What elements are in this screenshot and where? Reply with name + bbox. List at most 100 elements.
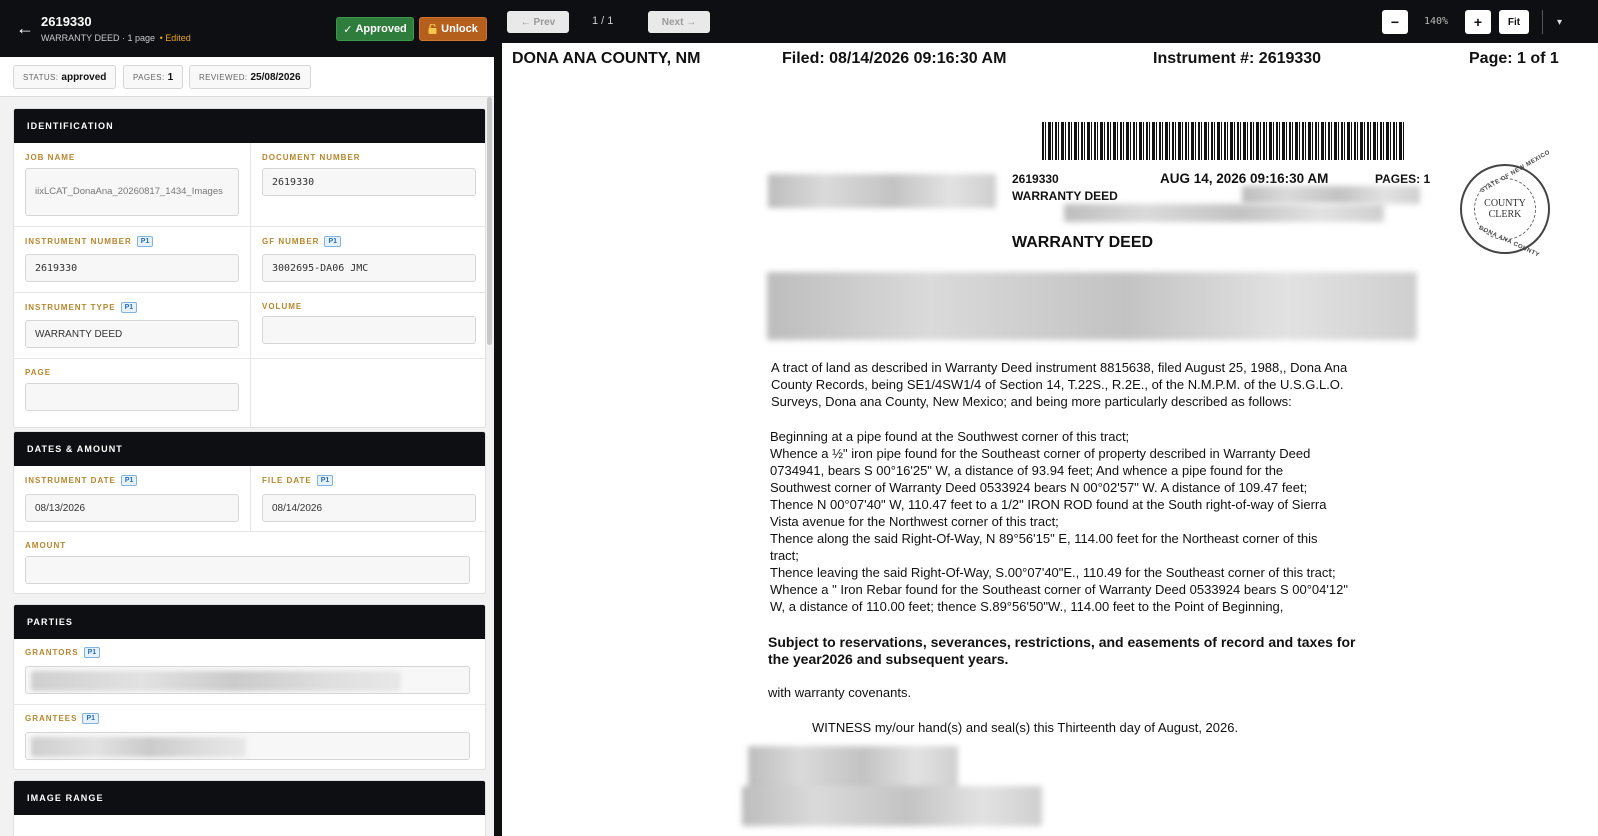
next-page-button[interactable]: Next →	[648, 11, 710, 33]
instrument-type-field[interactable]: WARRANTY DEED	[25, 320, 239, 348]
grantees-label-text: GRANTEES	[25, 714, 78, 723]
approved-button-label: Approved	[355, 23, 407, 35]
document-number-cell: DOCUMENT NUMBER 2619330	[250, 143, 485, 227]
doc-type: WARRANTY DEED	[1012, 189, 1118, 203]
pages-chip-label: PAGES:	[133, 72, 165, 82]
job-name-field[interactable]: iixLCAT_DonaAna_20260817_1434_Images	[25, 168, 239, 216]
approved-button[interactable]: ✓ Approved	[336, 17, 414, 41]
text-line: Thence N 00°07'40" W, 110.47 feet to a 1…	[770, 497, 1327, 512]
grantors-field[interactable]	[25, 666, 470, 694]
document-viewer: ← Prev 1 / 1 Next → − 140% + Fit ▾ DONA …	[502, 0, 1598, 836]
file-date-label: FILE DATE P1	[262, 475, 334, 486]
text-line: Beginning at a pipe found at the Southwe…	[770, 429, 1130, 444]
text-line: Thence leaving the said Right-Of-Way, S.…	[770, 565, 1336, 580]
unlock-button[interactable]: Unlock	[419, 17, 487, 41]
form-scrollbar[interactable]	[487, 97, 492, 345]
grantors-cell: GRANTORS P1	[14, 639, 485, 705]
redacted-block	[767, 272, 1417, 340]
image-range-heading: IMAGE RANGE	[14, 781, 485, 815]
document-number-field[interactable]: 2619330	[262, 168, 476, 196]
redacted-signature	[742, 786, 1042, 826]
more-menu-icon[interactable]: ▾	[1542, 10, 1582, 34]
gf-number-label: GF NUMBER P1	[262, 236, 342, 247]
record-header: ← 2619330 WARRANTY DEED · 1 page • Edite…	[0, 0, 494, 57]
text-line: tract;	[770, 548, 799, 563]
file-date-cell: FILE DATE P1 08/14/2026	[250, 466, 485, 532]
fit-button[interactable]: Fit	[1499, 10, 1529, 34]
redacted-grantors	[31, 671, 401, 691]
zoom-level: 140%	[1424, 16, 1449, 27]
grantors-label-text: GRANTORS	[25, 648, 79, 657]
parties-heading: PARTIES	[14, 605, 485, 639]
text-line: W, a distance of 110.00 feet; thence S.8…	[770, 599, 1284, 614]
file-date-field[interactable]: 08/14/2026	[262, 494, 476, 522]
pane-divider[interactable]	[494, 0, 502, 836]
p1-badge: P1	[120, 475, 138, 486]
doc-instrument: Instrument #: 2619330	[1153, 50, 1322, 67]
status-chips: STATUS: approved PAGES: 1 REVIEWED: 25/08/2…	[0, 57, 494, 97]
doc-number: 2619330	[1012, 172, 1059, 186]
p1-badge: P1	[316, 475, 334, 486]
redacted-block	[1064, 204, 1384, 222]
viewer-toolbar: ← Prev 1 / 1 Next → − 140% + Fit ▾	[502, 0, 1598, 43]
county-clerk-seal: STATE OF NEW MEXICO COUNTY CLERK DONA AN…	[1460, 150, 1551, 259]
status-chip-value: approved	[61, 71, 107, 83]
p1-badge: P1	[324, 236, 342, 247]
lock-icon	[428, 24, 437, 34]
metes-and-bounds: Beginning at a pipe found at the Southwe…	[770, 428, 1348, 615]
text-line: A tract of land as described in Warranty…	[771, 360, 1348, 375]
pages-chip: PAGES: 1	[123, 65, 184, 89]
text-line: Whence a ½" iron pipe found for the Sout…	[770, 446, 1311, 461]
redacted-block	[1242, 186, 1420, 204]
job-name-label: JOB NAME	[25, 153, 76, 162]
amount-field[interactable]	[25, 556, 470, 584]
text-line: the year2026 and subsequent years.	[768, 651, 1009, 667]
grantees-field[interactable]	[25, 732, 470, 760]
doc-pages: PAGES: 1	[1375, 172, 1431, 186]
reviewed-chip-label: REVIEWED:	[199, 72, 248, 82]
zoom-out-button[interactable]: −	[1382, 10, 1408, 34]
text-line: Thence along the said Right-Of-Way, N 89…	[770, 531, 1318, 546]
unlock-button-label: Unlock	[441, 23, 478, 35]
document-page: DONA ANA COUNTY, NM Filed: 08/14/2026 09…	[502, 46, 1598, 836]
identification-heading: IDENTIFICATION	[14, 109, 485, 143]
empty-cell	[250, 359, 485, 427]
instrument-date-label: INSTRUMENT DATE P1	[25, 475, 138, 486]
parties-section: PARTIES GRANTORS P1 GRANTEES P1	[13, 604, 486, 770]
gf-number-field[interactable]: 3002695-DA06 JMC	[262, 254, 476, 282]
seal-center-text: COUNTY CLERK	[1484, 198, 1526, 220]
text-line: Surveys, Dona ana County, New Mexico; an…	[771, 394, 1292, 409]
barcode	[1042, 122, 1404, 160]
image-range-section: IMAGE RANGE	[13, 780, 486, 836]
gf-number-label-text: GF NUMBER	[262, 237, 320, 246]
instrument-date-cell: INSTRUMENT DATE P1 08/13/2026	[14, 466, 250, 532]
zoom-in-button[interactable]: +	[1465, 10, 1491, 34]
instrument-number-cell: INSTRUMENT NUMBER P1 2619330	[14, 227, 250, 293]
record-subtitle: WARRANTY DEED · 1 page • Edited	[41, 33, 191, 43]
instrument-number-field[interactable]: 2619330	[25, 254, 239, 282]
job-name-cell: JOB NAME iixLCAT_DonaAna_20260817_1434_I…	[14, 143, 250, 227]
redacted-grantees	[31, 737, 246, 757]
file-date-label-text: FILE DATE	[262, 476, 312, 485]
witness-line: WITNESS my/our hand(s) and seal(s) this …	[812, 720, 1239, 735]
grantees-label: GRANTEES P1	[25, 713, 100, 724]
edited-indicator: • Edited	[159, 33, 191, 43]
volume-field[interactable]	[262, 316, 476, 344]
status-chip-label: STATUS:	[23, 72, 59, 82]
page-field[interactable]	[25, 383, 239, 411]
page-indicator: 1 / 1	[592, 15, 614, 27]
volume-label: VOLUME	[262, 302, 303, 311]
document-number-label: DOCUMENT NUMBER	[262, 153, 361, 162]
prev-page-button[interactable]: ← Prev	[507, 11, 569, 33]
back-arrow-icon[interactable]: ←	[16, 18, 34, 39]
doc-filed: Filed: 08/14/2026 09:16:30 AM	[782, 50, 1007, 67]
instrument-date-label-text: INSTRUMENT DATE	[25, 476, 116, 485]
dates-amount-heading: DATES & AMOUNT	[14, 432, 485, 466]
doc-heading: WARRANTY DEED	[1012, 234, 1154, 251]
subject-clause: Subject to reservations, severances, res…	[768, 634, 1355, 668]
record-panel: ← 2619330 WARRANTY DEED · 1 page • Edite…	[0, 0, 494, 836]
amount-cell: AMOUNT	[14, 532, 485, 593]
check-icon: ✓	[343, 23, 353, 36]
instrument-date-field[interactable]: 08/13/2026	[25, 494, 239, 522]
instrument-number-label: INSTRUMENT NUMBER P1	[25, 236, 154, 247]
